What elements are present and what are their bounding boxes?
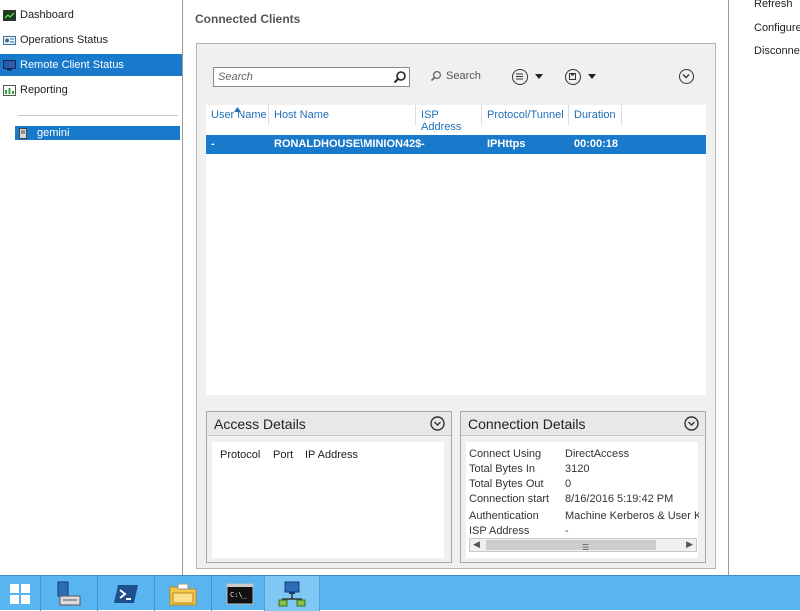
nav-item-label: Reporting — [20, 84, 68, 96]
detail-key: ISP Address — [469, 525, 530, 537]
file-explorer-icon — [169, 583, 197, 605]
nav-separator — [18, 115, 178, 116]
collapse-icon[interactable] — [684, 416, 699, 431]
column-header-isp-address[interactable]: ISP Address — [416, 105, 482, 133]
server-label: gemini — [37, 127, 70, 139]
nav-item-operations-status[interactable]: Operations Status — [0, 29, 182, 51]
save-query-button[interactable] — [565, 69, 581, 85]
start-button[interactable] — [0, 576, 40, 611]
nav-item-label: Remote Client Status — [20, 59, 124, 71]
detail-value: DirectAccess — [565, 448, 630, 460]
detail-value: - — [565, 525, 569, 537]
detail-key: Total Bytes In — [469, 463, 536, 475]
cell-host-name: RONALDHOUSE\MINION42$ — [274, 138, 422, 150]
chevron-down-icon — [682, 74, 690, 79]
search-button-label: Search — [446, 70, 481, 82]
save-query-dropdown-icon[interactable] — [588, 74, 596, 79]
detail-value: Machine Kerberos & User Ke — [565, 510, 699, 522]
operations-status-icon — [3, 35, 16, 45]
access-column-port[interactable]: Port — [273, 449, 293, 461]
windows-start-icon — [10, 583, 30, 604]
column-header-host-name[interactable]: Host Name — [269, 105, 416, 125]
detail-value: 0 — [565, 478, 572, 490]
access-column-protocol[interactable]: Protocol — [220, 449, 260, 461]
page-title: Connected Clients — [195, 12, 301, 26]
nav-item-dashboard[interactable]: Dashboard — [0, 4, 182, 26]
command-prompt-icon: C:\_ — [226, 583, 254, 604]
search-placeholder: Search — [218, 71, 253, 83]
nav-item-remote-client-status[interactable]: Remote Client Status — [0, 54, 182, 76]
access-details-title: Access Details — [214, 416, 306, 432]
search-input[interactable]: Search — [213, 67, 410, 87]
nav-item-label: Operations Status — [20, 34, 109, 46]
detail-key: Connect Using — [469, 448, 542, 460]
search-icon[interactable] — [393, 70, 407, 84]
reporting-icon — [3, 84, 16, 96]
nav-item-label: Dashboard — [20, 9, 74, 21]
detail-key: Connection start — [469, 493, 550, 505]
taskbar-file-explorer[interactable] — [155, 576, 211, 611]
save-icon — [569, 73, 576, 80]
collapse-icon[interactable] — [430, 416, 445, 431]
list-view-button[interactable] — [512, 69, 528, 85]
detail-key: Authentication — [469, 510, 539, 522]
scroll-right-icon[interactable]: ▶ — [686, 539, 693, 550]
taskbar-command-prompt[interactable]: C:\_ — [212, 576, 268, 611]
taskbar-powershell[interactable] — [98, 576, 154, 611]
server-node-gemini[interactable]: gemini — [15, 126, 180, 140]
remote-access-icon — [278, 581, 306, 606]
column-header-duration[interactable]: Duration — [569, 105, 622, 125]
horizontal-scrollbar[interactable]: ◀ ☰ ▶ — [469, 538, 697, 552]
scrollbar-thumb[interactable]: ☰ — [486, 540, 656, 552]
nav-item-reporting[interactable]: Reporting — [0, 79, 182, 101]
svg-text:C:\_: C:\_ — [230, 591, 248, 599]
taskbar-server-manager[interactable] — [41, 576, 97, 611]
search-button[interactable]: Search — [430, 70, 481, 82]
grip-icon: ☰ — [582, 543, 590, 552]
dashboard-icon — [3, 9, 16, 21]
action-configure[interactable]: Configure — [754, 22, 800, 34]
scroll-left-icon[interactable]: ◀ — [473, 539, 480, 550]
cell-duration: 00:00:18 — [574, 138, 619, 150]
column-header-protocol-tunnel[interactable]: Protocol/Tunnel — [482, 105, 569, 125]
access-details-panel: Access Details Protocol Port IP Address — [206, 411, 452, 563]
access-details-header: Access Details — [207, 412, 451, 436]
action-disconnect[interactable]: Disconnect — [754, 45, 800, 57]
server-icon — [19, 127, 27, 139]
taskbar: C:\_ — [0, 575, 800, 611]
connection-details-title: Connection Details — [468, 416, 586, 432]
cell-user-name: - — [211, 138, 215, 150]
column-header-user-name[interactable]: User Name — [206, 105, 269, 125]
actions-pane: Refresh Configure Disconnect — [729, 0, 800, 575]
server-manager-icon — [57, 581, 81, 605]
navigation-pane: Dashboard Operations Status Remote Clien… — [0, 0, 183, 575]
monitor-icon — [3, 59, 16, 70]
cell-protocol: IPHttps — [487, 138, 526, 150]
list-view-dropdown-icon[interactable] — [535, 74, 543, 79]
connection-details-header: Connection Details — [461, 412, 705, 436]
search-icon — [430, 70, 442, 82]
detail-value: 8/16/2016 5:19:42 PM — [565, 493, 674, 505]
taskbar-remote-access-management[interactable] — [264, 576, 320, 611]
access-column-ip-address[interactable]: IP Address — [305, 449, 358, 461]
table-row[interactable]: - RONALDHOUSE\MINION42$ - IPHttps 00:00:… — [206, 135, 706, 154]
detail-value: 3120 — [565, 463, 590, 475]
expand-toolbar-button[interactable] — [679, 69, 694, 84]
powershell-icon — [114, 584, 138, 603]
detail-key: Total Bytes Out — [469, 478, 544, 490]
list-icon — [516, 73, 523, 80]
cell-isp-address: - — [421, 138, 425, 150]
action-refresh[interactable]: Refresh — [754, 0, 793, 10]
